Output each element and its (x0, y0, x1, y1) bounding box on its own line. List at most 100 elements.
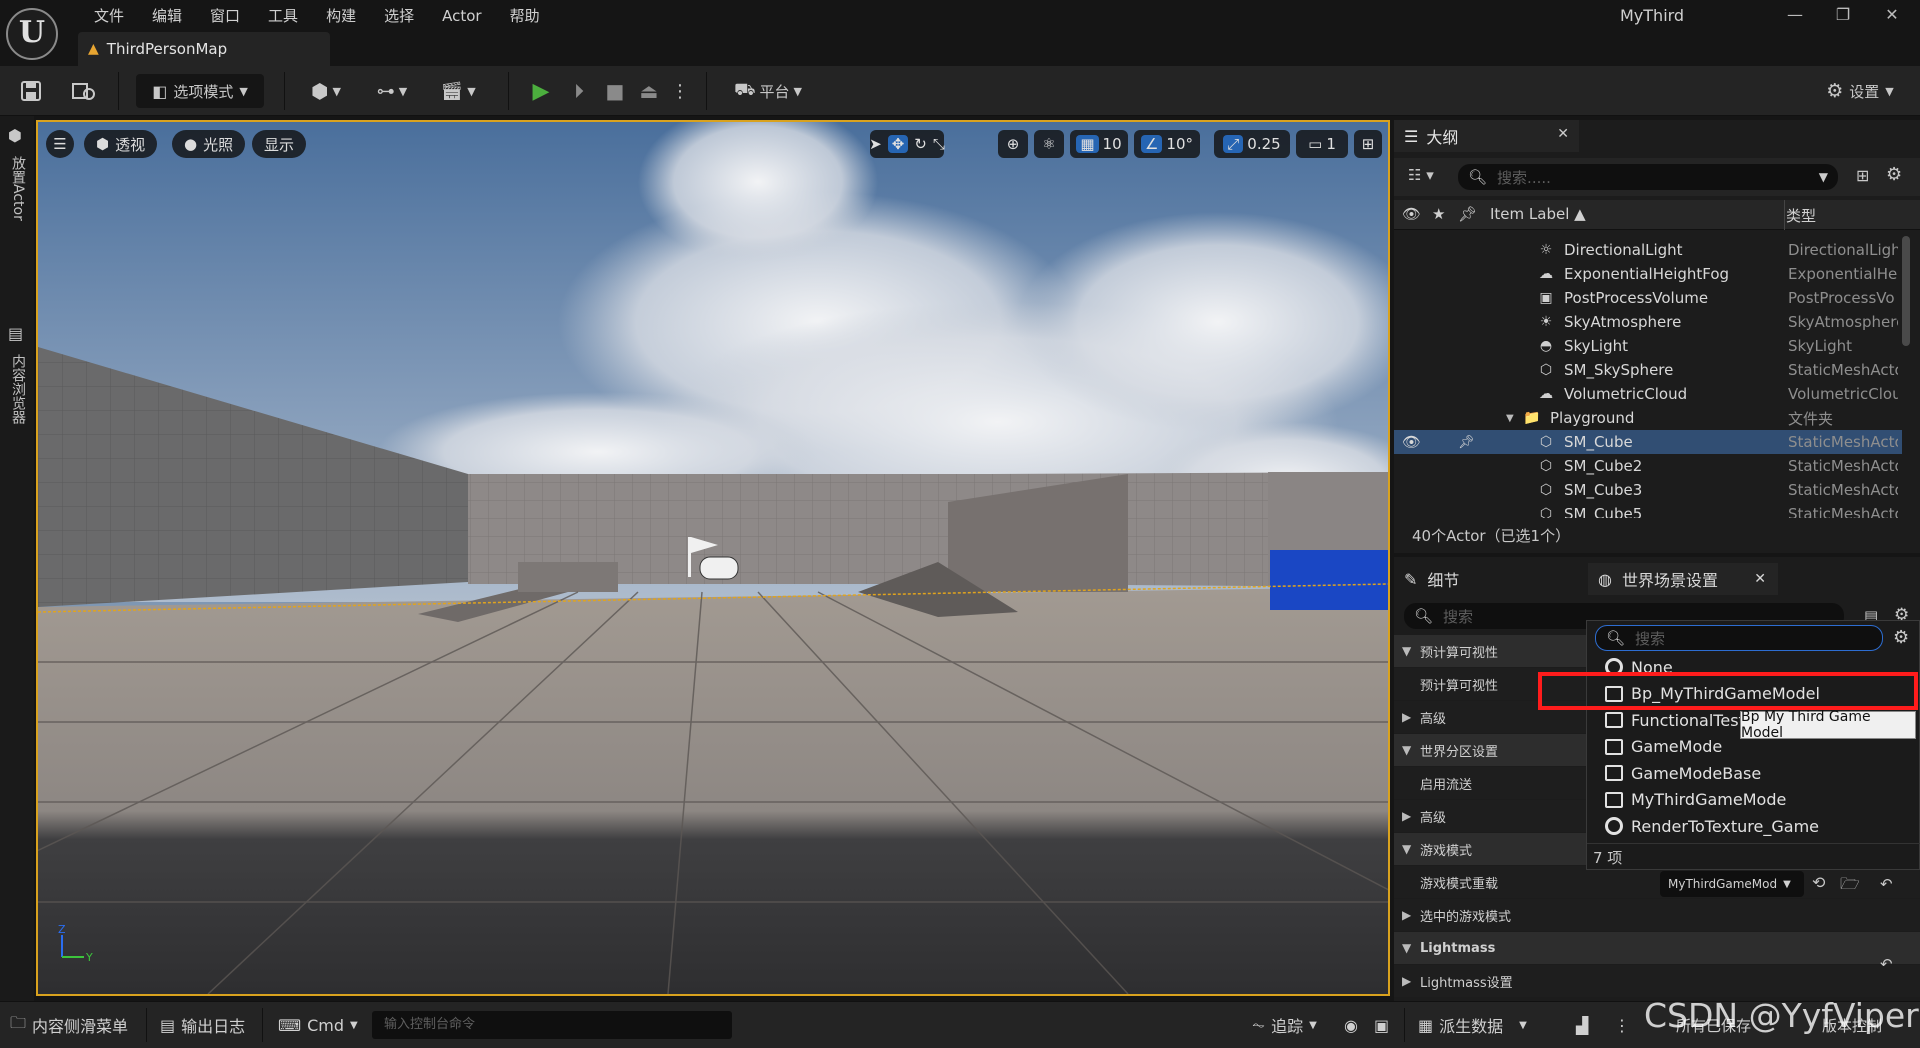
outliner-row[interactable]: ⬡ SM_Cube2 StaticMeshActo (1394, 454, 1902, 478)
item-label-column[interactable]: Item Label ▲ (1490, 205, 1586, 223)
outliner-search-input[interactable]: 🔍︎ 搜索..... ▼ (1458, 164, 1838, 190)
scale-icon[interactable]: ⤡ (933, 135, 945, 153)
collapse-arrow-icon[interactable]: ▼ (1402, 842, 1411, 856)
outliner-tab[interactable]: ☰ 大纲 ✕ (1394, 120, 1579, 152)
content-browser-tab[interactable]: 内容浏览器 (8, 354, 28, 424)
unreal-logo[interactable]: U (6, 8, 58, 60)
surface-snap-icon[interactable]: ⚛ (1034, 130, 1064, 158)
class-picker-item[interactable]: GameModeBase (1605, 761, 1761, 785)
close-icon[interactable]: ✕ (1754, 571, 1766, 587)
outliner-row[interactable]: ☼ DirectionalLight DirectionalLigh (1394, 238, 1902, 262)
menu-tools[interactable]: 工具 (254, 4, 312, 28)
menu-actor[interactable]: Actor (428, 4, 495, 28)
details-property-row[interactable]: ▶ Lightmass设置 (1394, 965, 1920, 997)
grid-snap-button[interactable]: ▦ 10 (1070, 130, 1128, 158)
expand-arrow-icon[interactable]: ▶ (1402, 974, 1411, 988)
star-icon[interactable]: ★ (1432, 205, 1445, 223)
class-picker-item[interactable]: MyThirdGameMode (1605, 788, 1786, 812)
blueprint-button[interactable]: ⊶ ▼ (366, 74, 418, 108)
level-tab[interactable]: ▲ ThirdPersonMap (78, 32, 330, 66)
add-folder-icon[interactable]: ⊞ (1856, 166, 1869, 185)
menu-select[interactable]: 选择 (370, 4, 428, 28)
class-picker-item[interactable]: FunctionalTest (1605, 708, 1745, 732)
rotate-icon[interactable]: ↻ (914, 135, 927, 153)
cmd-select[interactable]: ⌨ Cmd ▼ (278, 1010, 358, 1040)
pin-icon[interactable]: 📌︎ (1458, 435, 1475, 450)
tab-world-settings[interactable]: ◍ 世界场景设置 ✕ (1588, 563, 1778, 595)
add-actor-button[interactable]: ⬢ ▼ (300, 74, 352, 108)
expand-arrow-icon[interactable]: ▶ (1402, 908, 1411, 922)
more-options-icon[interactable]: ⋮ (668, 74, 692, 108)
trace-button[interactable]: ⏦ 追踪 ▼ (1252, 1010, 1317, 1040)
outliner-row[interactable]: 👁︎ 📌︎ ⬡ SM_Cube StaticMeshActo (1394, 430, 1902, 454)
content-drawer-button[interactable]: 🗀︎ 内容侧滑菜单 (10, 1010, 128, 1040)
reset-icon[interactable]: ↶ (1880, 955, 1893, 973)
outliner-row[interactable]: ☁ VolumetricCloud VolumetricClou (1394, 382, 1902, 406)
collapse-arrow-icon[interactable]: ▼ (1402, 743, 1411, 757)
camera-speed-button[interactable]: ▭ 1 (1296, 130, 1348, 158)
more-options-icon[interactable]: ⋮ (1614, 1010, 1630, 1040)
collapse-arrow-icon[interactable]: ▼ (1402, 941, 1411, 955)
details-property-row[interactable]: ▶ 选中的游戏模式 (1394, 899, 1920, 931)
minimize-icon[interactable]: — (1775, 2, 1815, 28)
step-icon[interactable]: ⏵︎ (562, 74, 596, 108)
visibility-eye-icon[interactable]: 👁︎ (1402, 433, 1421, 451)
outliner-row[interactable]: ▣ PostProcessVolume PostProcessVo (1394, 286, 1902, 310)
outliner-row[interactable]: ⬡ SM_SkySphere StaticMeshActo (1394, 358, 1902, 382)
outliner-row[interactable]: ⬡ SM_Cube5 StaticMeshActo (1394, 502, 1902, 518)
expand-arrow-icon[interactable]: ▼ (1506, 413, 1514, 424)
expand-arrow-icon[interactable]: ▶ (1402, 710, 1411, 724)
browse-icon[interactable] (66, 74, 102, 108)
scale-snap-button[interactable]: ⤢ 0.25 (1214, 130, 1290, 158)
gamemode-override-combo[interactable]: MyThirdGameMod ▼ (1660, 871, 1804, 897)
browse-asset-icon[interactable]: ⟲ (1812, 873, 1825, 892)
filter-icon[interactable]: ☷ ▾ (1408, 166, 1434, 184)
gear-icon[interactable]: ⚙ (1893, 627, 1909, 648)
menu-window[interactable]: 窗口 (196, 4, 254, 28)
outliner-scrollbar[interactable] (1902, 236, 1910, 346)
save-icon[interactable] (14, 74, 48, 108)
stop-icon[interactable]: ■ (598, 74, 632, 108)
screenshot-icon[interactable]: ▣ (1374, 1010, 1389, 1040)
collapse-arrow-icon[interactable]: ▼ (1402, 644, 1411, 658)
class-picker-search-input[interactable]: 🔍︎ 搜索 (1595, 625, 1883, 651)
mode-select-button[interactable]: ◧ 选项模式 ▼ (136, 74, 264, 108)
outliner-row[interactable]: ⬡ SM_Cube3 StaticMeshActo (1394, 478, 1902, 502)
stats-icon[interactable]: ▟ (1576, 1010, 1588, 1040)
menu-help[interactable]: 帮助 (496, 4, 554, 28)
gear-icon[interactable]: ⚙ (1886, 164, 1902, 185)
reset-icon[interactable]: ↶ (1880, 875, 1893, 893)
tab-details[interactable]: ✎ 细节 (1394, 563, 1584, 595)
lit-button[interactable]: ● 光照 (172, 130, 246, 158)
console-command-input[interactable]: 输入控制台命令 (372, 1011, 732, 1039)
close-icon[interactable]: ✕ (1872, 2, 1912, 28)
content-browser-icon[interactable]: ▤ (8, 324, 23, 343)
restore-icon[interactable]: ❐ (1823, 2, 1863, 28)
play-icon[interactable]: ▶ (524, 74, 558, 108)
menu-build[interactable]: 构建 (312, 4, 370, 28)
close-icon[interactable]: ✕ (1557, 126, 1569, 142)
outliner-row[interactable]: ◓ SkyLight SkyLight (1394, 334, 1902, 358)
record-icon[interactable]: ◉ (1344, 1010, 1358, 1040)
world-local-icon[interactable]: ⊕ (998, 130, 1028, 158)
class-picker-item[interactable]: RenderToTexture_Game (1605, 814, 1819, 838)
eye-icon[interactable]: 👁︎ (1402, 205, 1421, 223)
settings-button[interactable]: ⚙ 设置 ▼ (1816, 74, 1904, 108)
select-icon[interactable]: ➤ (869, 135, 882, 153)
outliner-row[interactable]: ☁ ExponentialHeightFog ExponentialHei (1394, 262, 1902, 286)
open-asset-icon[interactable]: 🗁︎ (1840, 873, 1860, 900)
menu-edit[interactable]: 编辑 (138, 4, 196, 28)
platform-button[interactable]: ⛟ 平台 ▼ (726, 74, 810, 108)
level-viewport[interactable]: Z Y ☰ ⬢ 透视 ● 光照 显示 ➤ ✥ ↻ ⤡ ⊕ ⚛ ▦ 10 ∠ 10° ⤢ 0… (36, 120, 1390, 996)
cinematics-button[interactable]: 🎬︎ ▼ (432, 74, 484, 108)
rotation-snap-button[interactable]: ∠ 10° (1134, 130, 1200, 158)
layout-icon[interactable]: ⊞ (1354, 130, 1382, 158)
derived-data-button[interactable]: ▦ 派生数据 ▼ (1418, 1010, 1527, 1040)
translate-icon[interactable]: ✥ (887, 135, 909, 153)
pin-icon[interactable]: 📌︎ (1458, 205, 1477, 223)
place-actor-icon[interactable]: ⬢ (8, 126, 22, 145)
menu-file[interactable]: 文件 (80, 4, 138, 28)
eject-icon[interactable]: ⏏ (632, 74, 666, 108)
perspective-button[interactable]: ⬢ 透视 (84, 130, 158, 158)
details-category-header[interactable]: ▼ Lightmass (1394, 932, 1920, 964)
